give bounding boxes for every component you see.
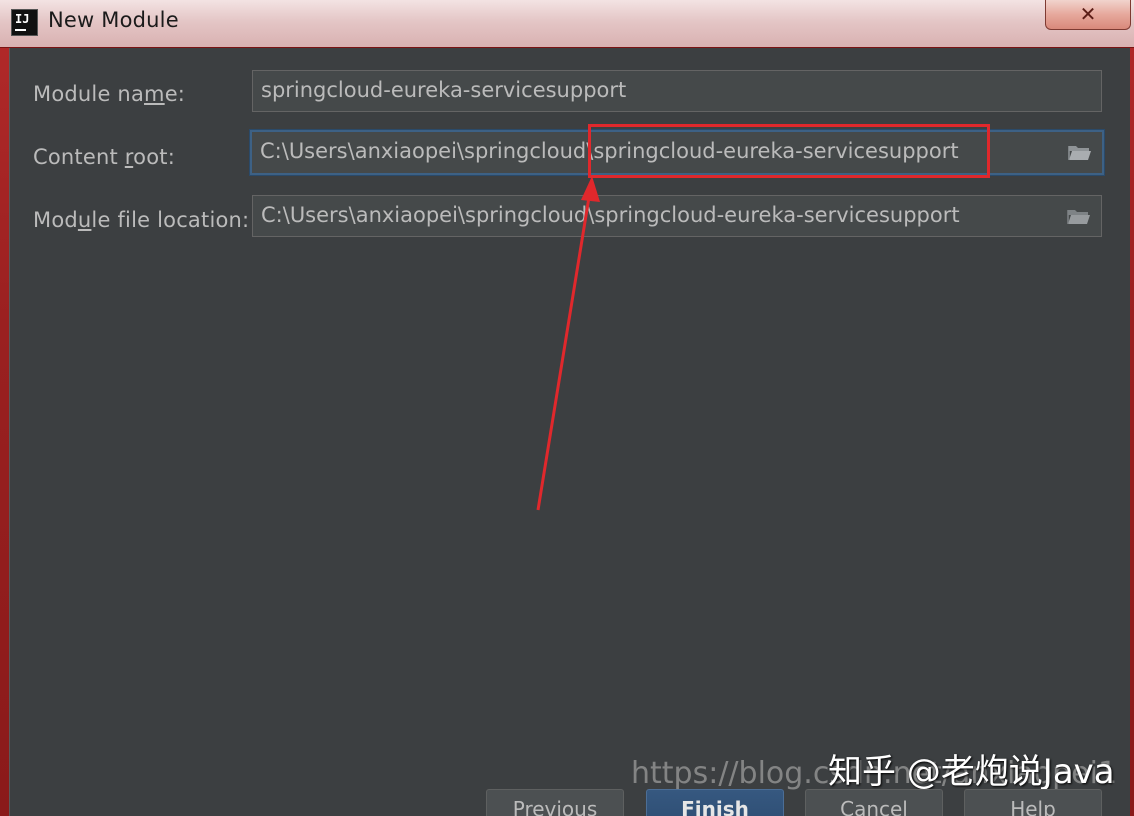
module-file-location-input[interactable]: C:\Users\anxiaopei\springcloud\springclo… <box>252 195 1102 237</box>
annotation-highlight-box <box>588 124 990 178</box>
previous-button[interactable]: Previous <box>486 789 624 816</box>
intellij-idea-icon: IJ <box>11 9 38 36</box>
module-name-value: springcloud-eureka-servicesupport <box>261 78 627 102</box>
close-button[interactable]: ✕ <box>1045 0 1131 30</box>
module-file-location-label: Module file location: <box>33 208 250 232</box>
title-bar[interactable]: IJ New Module ✕ <box>0 0 1134 48</box>
cancel-button[interactable]: Cancel <box>805 789 943 816</box>
folder-open-icon[interactable] <box>1067 207 1091 225</box>
module-file-location-value: C:\Users\anxiaopei\springcloud\springclo… <box>261 203 960 227</box>
zhihu-watermark: 知乎 @老炮说Java <box>828 752 1115 792</box>
close-icon: ✕ <box>1079 2 1097 26</box>
content-root-label: Content root: <box>33 145 175 169</box>
dialog-content: Module name: springcloud-eureka-services… <box>9 48 1130 816</box>
folder-open-icon[interactable] <box>1068 143 1092 161</box>
help-button[interactable]: Help <box>964 789 1102 816</box>
module-name-label: Module name: <box>33 82 186 106</box>
window-title: New Module <box>48 8 179 32</box>
finish-button[interactable]: Finish <box>646 789 784 816</box>
new-module-dialog: IJ New Module ✕ Module name: springcloud… <box>0 0 1134 816</box>
module-name-input[interactable]: springcloud-eureka-servicesupport <box>252 70 1102 112</box>
